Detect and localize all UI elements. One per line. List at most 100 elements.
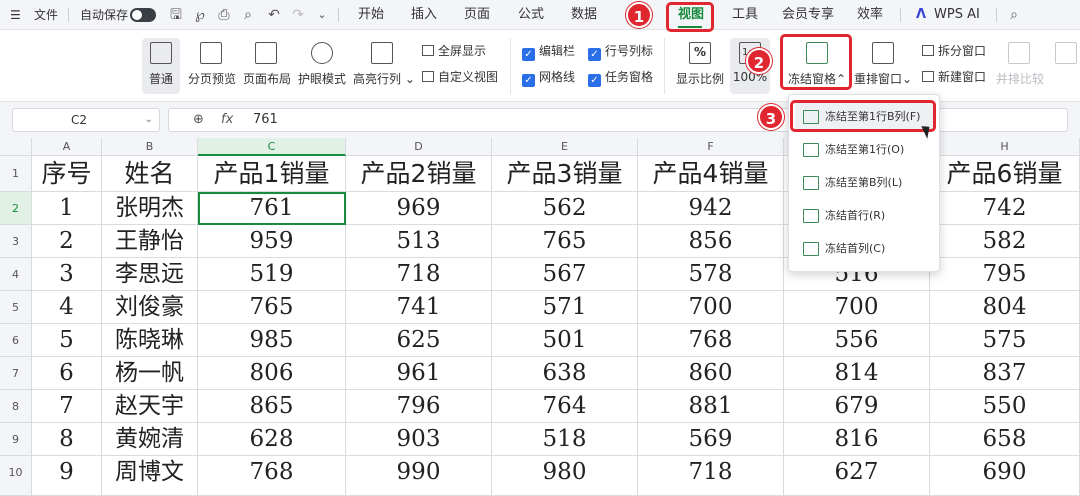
redo-icon[interactable]: ↷ <box>290 7 306 23</box>
table-cell[interactable]: 628 <box>198 423 346 456</box>
edit-bar-checkbox[interactable]: ✓ 编辑栏 <box>522 42 575 61</box>
row-header[interactable]: 2 <box>0 192 32 225</box>
page-break-preview-button[interactable]: 分页预览 <box>188 38 236 87</box>
split-window-button[interactable]: 拆分窗口 <box>922 42 986 60</box>
table-cell[interactable]: 7 <box>32 390 102 423</box>
brush-icon[interactable]: ℘ <box>192 7 208 23</box>
header-cell[interactable]: 产品3销量 <box>492 156 638 192</box>
menu-item-freeze-first-row[interactable]: 冻结首行(R) <box>795 202 935 230</box>
table-cell[interactable]: 806 <box>198 357 346 390</box>
table-cell[interactable]: 961 <box>346 357 492 390</box>
menu-item-freeze-colB[interactable]: 冻结至第B列(L) <box>795 169 935 197</box>
table-cell[interactable]: 679 <box>784 390 930 423</box>
tab-formula[interactable]: 公式 <box>518 0 544 30</box>
table-cell[interactable]: 881 <box>638 390 784 423</box>
table-cell[interactable]: 985 <box>198 324 346 357</box>
table-cell[interactable]: 杨一帆 <box>102 357 198 390</box>
table-cell[interactable]: 562 <box>492 192 638 225</box>
normal-view-button[interactable]: 普通 <box>142 38 180 94</box>
table-cell[interactable]: 765 <box>492 225 638 258</box>
table-cell[interactable]: 761 <box>198 192 346 225</box>
table-cell[interactable]: 625 <box>346 324 492 357</box>
table-cell[interactable]: 627 <box>784 456 930 496</box>
row-header[interactable]: 1 <box>0 156 32 192</box>
header-cell[interactable]: 产品6销量 <box>930 156 1080 192</box>
table-cell[interactable]: 556 <box>784 324 930 357</box>
table-cell[interactable]: 李思远 <box>102 258 198 291</box>
table-cell[interactable]: 575 <box>930 324 1080 357</box>
table-cell[interactable]: 837 <box>930 357 1080 390</box>
table-cell[interactable]: 周博文 <box>102 456 198 496</box>
menu-item-freeze-first-col[interactable]: 冻结首列(C) <box>795 235 935 263</box>
table-cell[interactable]: 764 <box>492 390 638 423</box>
sync-scroll-button[interactable] <box>1052 38 1080 70</box>
table-cell[interactable]: 5 <box>32 324 102 357</box>
table-cell[interactable]: 陈晓琳 <box>102 324 198 357</box>
table-cell[interactable]: 8 <box>32 423 102 456</box>
table-cell[interactable]: 550 <box>930 390 1080 423</box>
table-cell[interactable]: 578 <box>638 258 784 291</box>
table-cell[interactable]: 741 <box>346 291 492 324</box>
header-cell[interactable]: 产品4销量 <box>638 156 784 192</box>
table-cell[interactable]: 700 <box>638 291 784 324</box>
col-header-F[interactable]: F <box>638 138 784 156</box>
table-cell[interactable]: 865 <box>198 390 346 423</box>
table-cell[interactable]: 1 <box>32 192 102 225</box>
table-cell[interactable]: 980 <box>492 456 638 496</box>
table-cell[interactable]: 658 <box>930 423 1080 456</box>
undo-icon[interactable]: ↶ <box>266 7 282 23</box>
table-cell[interactable]: 768 <box>638 324 784 357</box>
task-pane-checkbox[interactable]: ✓ 任务窗格 <box>588 68 653 87</box>
row-header[interactable]: 6 <box>0 324 32 357</box>
col-header-A[interactable]: A <box>32 138 102 156</box>
table-cell[interactable]: 513 <box>346 225 492 258</box>
table-cell[interactable]: 赵天宇 <box>102 390 198 423</box>
table-cell[interactable]: 814 <box>784 357 930 390</box>
arrange-windows-button[interactable]: 重排窗口⌄ <box>852 38 914 87</box>
table-cell[interactable]: 795 <box>930 258 1080 291</box>
save-icon[interactable]: 🖫 <box>168 7 184 23</box>
tab-insert[interactable]: 插入 <box>411 0 437 30</box>
tab-page[interactable]: 页面 <box>464 0 490 30</box>
table-cell[interactable]: 742 <box>930 192 1080 225</box>
table-cell[interactable]: 856 <box>638 225 784 258</box>
table-cell[interactable]: 959 <box>198 225 346 258</box>
col-header-E[interactable]: E <box>492 138 638 156</box>
file-menu[interactable]: 文件 <box>34 0 58 30</box>
table-cell[interactable]: 903 <box>346 423 492 456</box>
row-header[interactable]: 9 <box>0 423 32 456</box>
custom-view-button[interactable]: 自定义视图 <box>422 68 498 86</box>
table-cell[interactable]: 518 <box>492 423 638 456</box>
table-cell[interactable]: 3 <box>32 258 102 291</box>
chevron-down-icon[interactable]: ⌄ <box>145 109 153 131</box>
table-cell[interactable]: 569 <box>638 423 784 456</box>
table-cell[interactable]: 张明杰 <box>102 192 198 225</box>
name-box[interactable]: C2 ⌄ <box>12 108 160 132</box>
highlight-row-col-button[interactable]: 高亮行列 ⌄ <box>353 38 415 87</box>
table-cell[interactable]: 796 <box>346 390 492 423</box>
zoom-search-icon[interactable]: ⊕ <box>193 112 204 127</box>
select-all-corner[interactable] <box>0 138 32 156</box>
table-cell[interactable]: 700 <box>784 291 930 324</box>
col-header-C[interactable]: C <box>198 138 346 156</box>
header-cell[interactable]: 序号 <box>32 156 102 192</box>
table-cell[interactable]: 6 <box>32 357 102 390</box>
eye-mode-button[interactable]: 护眼模式 <box>298 38 346 87</box>
row-header[interactable]: 7 <box>0 357 32 390</box>
table-cell[interactable]: 571 <box>492 291 638 324</box>
table-cell[interactable]: 816 <box>784 423 930 456</box>
row-header[interactable]: 3 <box>0 225 32 258</box>
table-cell[interactable]: 765 <box>198 291 346 324</box>
row-header[interactable]: 8 <box>0 390 32 423</box>
table-cell[interactable]: 582 <box>930 225 1080 258</box>
col-header-B[interactable]: B <box>102 138 198 156</box>
row-header[interactable]: 5 <box>0 291 32 324</box>
gridlines-checkbox[interactable]: ✓ 网格线 <box>522 68 575 87</box>
tab-data[interactable]: 数据 <box>571 0 597 30</box>
zoom-ratio-button[interactable]: % 显示比例 <box>676 38 724 87</box>
table-cell[interactable]: 969 <box>346 192 492 225</box>
print-preview-icon[interactable]: ⌕ <box>240 7 256 23</box>
row-col-header-checkbox[interactable]: ✓ 行号列标 <box>588 42 653 61</box>
table-cell[interactable]: 王静怡 <box>102 225 198 258</box>
tab-member[interactable]: 会员专享 <box>782 0 834 30</box>
